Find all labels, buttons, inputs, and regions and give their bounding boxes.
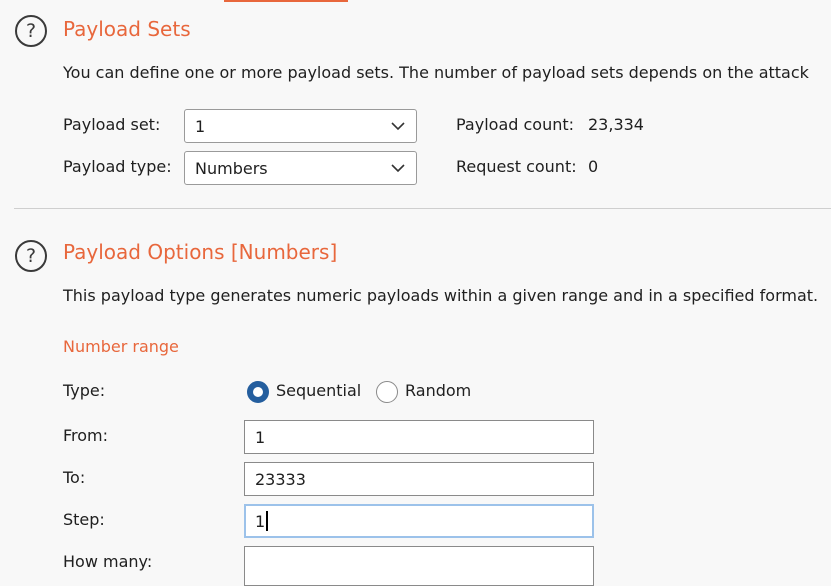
how-many-input[interactable] <box>244 546 594 586</box>
help-icon[interactable]: ? <box>15 15 47 47</box>
request-count-label: Request count: <box>456 157 577 176</box>
chevron-down-icon <box>391 122 405 131</box>
payload-count-label: Payload count: <box>456 115 575 134</box>
number-range-subtitle: Number range <box>63 337 179 356</box>
help-icon-glyph: ? <box>25 20 37 42</box>
to-label: To: <box>63 468 86 487</box>
payload-sets-description: You can define one or more payload sets.… <box>63 63 809 82</box>
payload-set-label: Payload set: <box>63 115 161 134</box>
chevron-down-icon <box>391 164 405 173</box>
payload-options-description: This payload type generates numeric payl… <box>63 286 819 305</box>
from-label: From: <box>63 426 109 445</box>
active-tab-indicator <box>224 0 348 2</box>
random-radio[interactable] <box>376 381 398 403</box>
sequential-radio[interactable] <box>247 381 269 403</box>
payload-type-label: Payload type: <box>63 157 172 176</box>
payload-type-value: Numbers <box>195 158 268 178</box>
help-icon[interactable]: ? <box>15 240 47 272</box>
step-input[interactable]: 1 <box>244 504 594 538</box>
from-value: 1 <box>255 427 266 447</box>
payload-sets-title: Payload Sets <box>63 17 191 41</box>
payload-options-title: Payload Options [Numbers] <box>63 240 338 264</box>
type-label: Type: <box>63 381 106 400</box>
section-divider <box>14 208 831 209</box>
payload-count-value: 23,334 <box>588 115 644 134</box>
help-icon-glyph: ? <box>25 245 37 267</box>
payload-set-dropdown[interactable]: 1 <box>184 109 417 143</box>
to-input[interactable]: 23333 <box>244 462 594 496</box>
payload-type-dropdown[interactable]: Numbers <box>184 151 417 185</box>
how-many-label: How many: <box>63 552 153 571</box>
payload-set-value: 1 <box>195 116 206 136</box>
request-count-value: 0 <box>588 157 599 176</box>
step-label: Step: <box>63 510 105 529</box>
from-input[interactable]: 1 <box>244 420 594 454</box>
random-label[interactable]: Random <box>405 381 471 400</box>
to-value: 23333 <box>255 469 306 489</box>
sequential-label[interactable]: Sequential <box>276 381 361 400</box>
step-value: 1 <box>255 511 266 531</box>
text-cursor <box>266 511 268 531</box>
